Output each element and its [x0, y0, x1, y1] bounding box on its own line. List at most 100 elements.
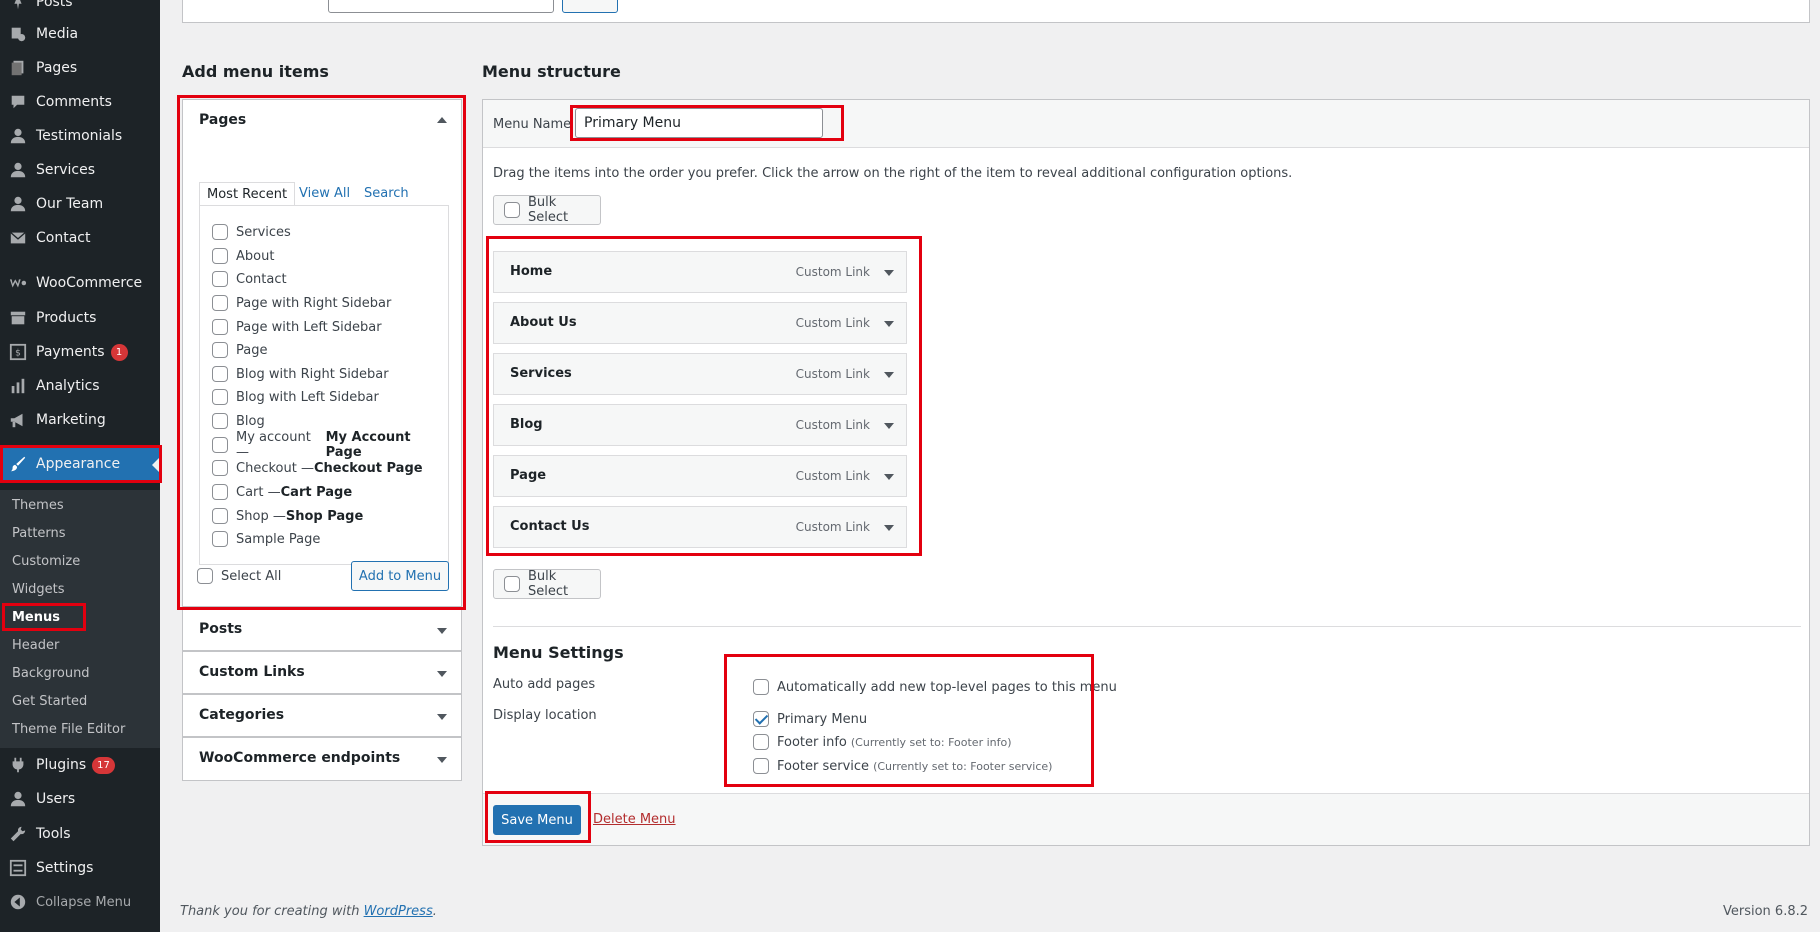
page-option[interactable]: Page with Right Sidebar [212, 293, 391, 313]
wordpress-link[interactable]: WordPress [364, 904, 433, 919]
chevron-down-icon[interactable] [884, 270, 894, 276]
settings-icon [9, 859, 27, 877]
chevron-down-icon[interactable] [884, 423, 894, 429]
submenu-background[interactable]: Background [12, 664, 90, 684]
posts-accordion[interactable]: Posts [182, 608, 462, 651]
checkbox[interactable] [212, 389, 228, 405]
menu-item[interactable]: About Us Custom Link [493, 302, 907, 344]
page-option[interactable]: Page [212, 340, 267, 360]
page-option[interactable]: My account — My Account Page [212, 430, 448, 460]
add-to-menu-button[interactable]: Add to Menu [351, 561, 449, 591]
select-all-checkbox[interactable]: Select All [197, 566, 281, 586]
delete-menu-link[interactable]: Delete Menu [593, 812, 676, 827]
woocommerce-endpoints-accordion[interactable]: WooCommerce endpoints [182, 737, 462, 781]
tab-view-all[interactable]: View All [299, 182, 350, 206]
tab-most-recent[interactable]: Most Recent [199, 182, 296, 206]
checkbox[interactable] [197, 568, 213, 584]
pages-accordion-title[interactable]: Pages [199, 112, 246, 128]
chevron-up-icon[interactable] [437, 117, 447, 123]
nav-pages[interactable]: Pages [0, 52, 160, 84]
auto-add-checkbox[interactable]: Automatically add new top-level pages to… [753, 677, 1117, 697]
page-option[interactable]: Cart — Cart Page [212, 482, 352, 502]
nav-users[interactable]: Users [0, 783, 160, 815]
nav-products[interactable]: Products [0, 302, 160, 334]
checkbox[interactable] [212, 460, 228, 476]
checkbox[interactable] [212, 271, 228, 287]
page-option[interactable]: Shop — Shop Page [212, 506, 363, 526]
location-primary-menu[interactable]: Primary Menu [753, 709, 867, 729]
submenu-get-started[interactable]: Get Started [12, 692, 87, 712]
chevron-down-icon[interactable] [884, 321, 894, 327]
chevron-down-icon[interactable] [884, 474, 894, 480]
menu-name-input[interactable] [575, 108, 823, 138]
nav-analytics[interactable]: Analytics [0, 370, 160, 402]
bulk-select-button[interactable]: Bulk Select [493, 195, 601, 225]
checkbox[interactable] [753, 711, 769, 727]
submenu-customize[interactable]: Customize [12, 552, 80, 572]
checkbox[interactable] [212, 342, 228, 358]
nav-services[interactable]: Services [0, 154, 160, 186]
page-option[interactable]: Contact [212, 269, 287, 289]
checkbox[interactable] [212, 366, 228, 382]
location-footer-info[interactable]: Footer info (Currently set to: Footer inf… [753, 732, 1012, 752]
checkbox[interactable] [212, 484, 228, 500]
nav-media[interactable]: Media [0, 18, 160, 50]
menu-item[interactable]: Blog Custom Link [493, 404, 907, 446]
checkbox[interactable] [212, 531, 228, 547]
page-option[interactable]: Blog [212, 411, 265, 431]
person-icon [9, 195, 27, 213]
checkbox[interactable] [504, 576, 520, 592]
nav-tools[interactable]: Tools [0, 818, 160, 850]
location-footer-service[interactable]: Footer service (Currently set to: Footer … [753, 756, 1052, 776]
menu-item[interactable]: Contact Us Custom Link [493, 506, 907, 548]
nav-testimonials[interactable]: Testimonials [0, 120, 160, 152]
checkbox[interactable] [753, 679, 769, 695]
nav-our-team[interactable]: Our Team [0, 188, 160, 220]
page-option[interactable]: Sample Page [212, 529, 320, 549]
tab-search[interactable]: Search [364, 182, 409, 206]
nav-posts[interactable]: Posts [0, 0, 160, 18]
checkbox[interactable] [212, 319, 228, 335]
chevron-down-icon[interactable] [884, 525, 894, 531]
collapse-menu-button[interactable]: Collapse Menu [0, 886, 160, 918]
menu-item[interactable]: Page Custom Link [493, 455, 907, 497]
categories-accordion[interactable]: Categories [182, 694, 462, 737]
page-option[interactable]: Blog with Left Sidebar [212, 387, 379, 407]
checkbox[interactable] [753, 758, 769, 774]
submenu-widgets[interactable]: Widgets [12, 580, 65, 600]
checkbox[interactable] [212, 413, 228, 429]
checkbox[interactable] [212, 437, 228, 453]
submenu-theme-file-editor[interactable]: Theme File Editor [12, 720, 125, 740]
bulk-select-button[interactable]: Bulk Select [493, 569, 601, 599]
custom-links-accordion[interactable]: Custom Links [182, 651, 462, 694]
checkbox[interactable] [753, 734, 769, 750]
nav-contact[interactable]: Contact [0, 222, 160, 254]
page-option[interactable]: Page with Left Sidebar [212, 317, 382, 337]
save-menu-button[interactable]: Save Menu [493, 805, 581, 835]
nav-appearance[interactable]: Appearance [0, 448, 160, 480]
checkbox[interactable] [212, 508, 228, 524]
checkbox[interactable] [212, 224, 228, 240]
select-menu-dropdown[interactable] [328, 0, 554, 13]
checkbox[interactable] [504, 202, 520, 218]
page-option[interactable]: Checkout — Checkout Page [212, 458, 423, 478]
page-option[interactable]: Blog with Right Sidebar [212, 364, 389, 384]
checkbox[interactable] [212, 295, 228, 311]
page-option[interactable]: Services [212, 222, 291, 242]
submenu-menus[interactable]: Menus [12, 608, 60, 628]
checkbox[interactable] [212, 248, 228, 264]
nav-plugins[interactable]: Plugins 17 [0, 749, 160, 781]
submenu-header[interactable]: Header [12, 636, 59, 656]
nav-payments[interactable]: $ Payments 1 [0, 336, 160, 368]
submenu-themes[interactable]: Themes [12, 496, 64, 516]
page-option[interactable]: About [212, 246, 274, 266]
nav-woocommerce[interactable]: WooCommerce [0, 267, 160, 299]
menu-item[interactable]: Home Custom Link [493, 251, 907, 293]
submenu-patterns[interactable]: Patterns [12, 524, 66, 544]
chevron-down-icon[interactable] [884, 372, 894, 378]
nav-marketing[interactable]: Marketing [0, 404, 160, 436]
nav-comments[interactable]: Comments [0, 86, 160, 118]
nav-settings[interactable]: Settings [0, 852, 160, 884]
select-button[interactable] [562, 0, 618, 13]
menu-item[interactable]: Services Custom Link [493, 353, 907, 395]
